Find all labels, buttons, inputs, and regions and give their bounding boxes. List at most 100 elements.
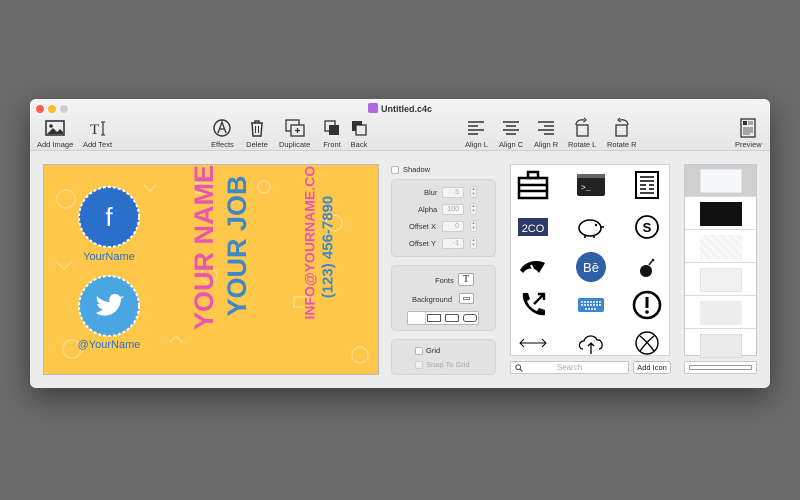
bring-front-icon (324, 120, 339, 135)
add-text-button[interactable]: T Add Text (83, 117, 112, 149)
grid-label: Grid (426, 346, 441, 355)
twitter-badge[interactable] (78, 275, 140, 337)
snap-to-grid-label: Snap To Grid (426, 360, 470, 369)
image-icon (45, 120, 65, 136)
template-thumbnail[interactable] (685, 264, 756, 296)
rotate-left-icon (575, 117, 589, 137)
offset-y-stepper[interactable]: ▴ ▾ (470, 237, 477, 249)
delete-button[interactable]: Delete (246, 117, 268, 149)
bomb-icon[interactable] (629, 251, 665, 283)
template-thumbnail[interactable] (685, 330, 756, 362)
shadow-checkbox[interactable] (391, 166, 399, 174)
alpha-input[interactable]: 100 (442, 204, 464, 215)
svg-text:2CO: 2CO (522, 223, 545, 235)
2co-icon[interactable]: 2CO (515, 211, 551, 243)
newspaper-icon[interactable] (629, 169, 665, 201)
duplicate-button[interactable]: Duplicate (279, 117, 310, 149)
xbox-icon[interactable] (629, 327, 665, 359)
keyboard-icon[interactable] (573, 289, 609, 321)
svg-text:Bē: Bē (583, 260, 599, 275)
phone-outgoing-icon[interactable] (515, 289, 551, 321)
offset-x-label: Offset X (409, 222, 436, 231)
rotate-left-button[interactable]: Rotate L (568, 117, 596, 149)
briefcase-icon[interactable] (515, 169, 551, 201)
svg-text:T: T (90, 122, 99, 138)
snap-to-grid-checkbox[interactable] (415, 361, 423, 369)
business-card-canvas[interactable]: f YourName @YourName YOUR NAME YOUR JOB … (43, 164, 379, 375)
preview-icon (740, 118, 756, 138)
effects-icon (213, 119, 232, 137)
template-thumbnail[interactable] (685, 231, 756, 263)
svg-text:>_: >_ (581, 184, 591, 193)
bg-style-round-icon[interactable] (463, 314, 477, 322)
arrows-horizontal-icon[interactable] (515, 327, 551, 359)
icon-library: >_ 2CO S Bē (510, 164, 670, 356)
rotate-right-button[interactable]: Rotate R (607, 117, 637, 149)
app-window: Untitled.c4c Add Image T Add Text Effect… (30, 99, 770, 388)
template-thumbnail[interactable] (685, 165, 756, 197)
rotate-right-icon (615, 117, 629, 137)
card-email-text[interactable]: INFO@YOURNAME.COM (300, 165, 320, 320)
send-back-icon (352, 121, 367, 136)
template-thumbnail[interactable] (685, 198, 756, 230)
bg-style-none[interactable] (408, 312, 426, 324)
effects-button[interactable]: Effects (211, 117, 234, 149)
thumbnail-scrollbar[interactable] (684, 361, 757, 374)
blur-label: Blur (424, 188, 438, 197)
blur-input[interactable]: 5 (442, 187, 464, 198)
bg-style-square-icon[interactable] (427, 314, 441, 322)
skype-icon[interactable]: S (629, 211, 665, 243)
deviantart-icon[interactable] (515, 251, 551, 283)
search-icon (515, 364, 523, 372)
offset-x-input[interactable]: 0 (442, 221, 464, 232)
bg-style-rounded-icon[interactable] (445, 314, 459, 322)
facebook-name-text[interactable]: YourName (78, 251, 140, 263)
alpha-stepper[interactable]: ▴ ▾ (470, 203, 477, 215)
text-icon: T (90, 121, 105, 138)
icon-search-input[interactable]: Search (510, 361, 629, 374)
terminal-icon[interactable]: >_ (573, 169, 609, 201)
behance-icon[interactable]: Bē (573, 251, 609, 283)
window-title: Untitled.c4c (30, 103, 770, 114)
template-thumbnails (684, 164, 757, 358)
offset-y-label: Offset Y (409, 239, 436, 248)
blur-stepper[interactable]: ▴ ▾ (470, 186, 477, 198)
cloud-upload-icon[interactable] (573, 327, 609, 359)
card-name-text[interactable]: YOUR NAME (187, 165, 221, 330)
offset-x-stepper[interactable]: ▴ ▾ (470, 220, 477, 232)
grid-panel (391, 339, 496, 375)
facebook-badge[interactable]: f (78, 186, 140, 248)
card-job-text[interactable]: YOUR JOB (220, 171, 254, 321)
card-phone-text[interactable]: (123) 456-7890 (319, 190, 339, 305)
background-label: Background (412, 295, 453, 304)
twitter-handle-text[interactable]: @YourName (66, 339, 152, 351)
piggy-bank-icon[interactable] (573, 211, 609, 243)
fonts-label: Fonts (435, 276, 454, 285)
bring-front-button[interactable]: Front (321, 117, 343, 149)
shadow-label: Shadow (403, 165, 431, 174)
align-left-icon (468, 121, 485, 135)
align-left-button[interactable]: Align L (465, 117, 488, 149)
trash-icon (251, 120, 263, 137)
align-center-button[interactable]: Align C (499, 117, 523, 149)
align-right-button[interactable]: Align R (534, 117, 558, 149)
offset-y-input[interactable]: -1 (442, 238, 464, 249)
add-image-button[interactable]: Add Image (37, 117, 73, 149)
grid-checkbox[interactable] (415, 347, 423, 355)
color-swatch-icon (463, 297, 470, 300)
fonts-button[interactable]: T (458, 273, 474, 286)
scroll-knob[interactable] (689, 365, 752, 370)
background-style-segmented[interactable] (407, 311, 479, 325)
duplicate-icon (284, 119, 305, 137)
add-icon-button[interactable]: Add Icon (633, 361, 671, 374)
document-icon (367, 103, 378, 113)
background-color-well[interactable] (459, 293, 474, 304)
send-back-button[interactable]: Back (348, 117, 370, 149)
alert-icon[interactable] (629, 289, 665, 321)
preview-button[interactable]: Preview (735, 117, 762, 149)
alpha-label: Alpha (418, 205, 438, 214)
template-thumbnail[interactable] (685, 297, 756, 329)
svg-text:S: S (643, 220, 652, 235)
svg-text:f: f (105, 202, 113, 232)
align-center-icon (503, 121, 520, 135)
